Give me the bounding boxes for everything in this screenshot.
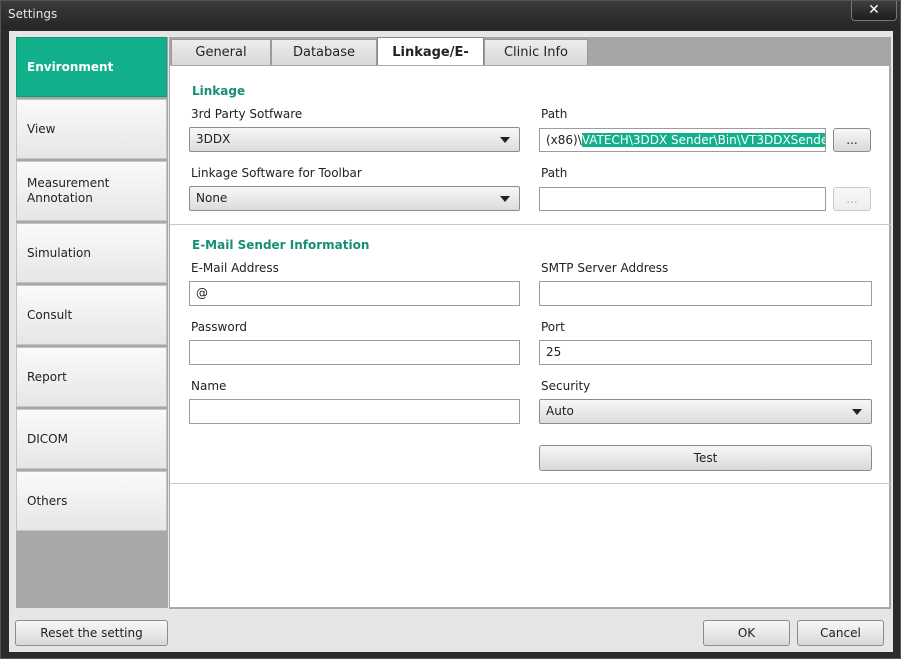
sidebar: Environment View Measurement Annotation … [16,37,168,608]
test-button[interactable]: Test [539,445,872,471]
path2-input[interactable] [539,187,826,211]
tab-linkage-email[interactable]: Linkage/E-Mail [377,37,484,90]
tab-bar: General Database Linkage/E-Mail Clinic I… [169,37,891,90]
dialog-body: Environment View Measurement Annotation … [9,31,893,652]
tab-general[interactable]: General [171,39,271,65]
close-icon: ✕ [868,2,880,18]
sidebar-item-environment[interactable]: Environment [16,37,167,97]
path-prefix: (x86)\ [546,133,582,147]
window-title: Settings [8,7,58,21]
sidebar-item-report[interactable]: Report [16,347,167,407]
sidebar-item-label: Environment [27,59,114,74]
path-label: Path [541,107,568,121]
name-input[interactable] [189,399,520,424]
section-divider [170,224,891,225]
sidebar-item-simulation[interactable]: Simulation [16,223,167,283]
close-button[interactable]: ✕ [851,1,897,21]
tab-label: Database [292,45,356,60]
linkage-section-title: Linkage [192,84,246,98]
tab-content: Linkage 3rd Party Sotfware 3DDX Path (x8… [169,65,891,608]
ok-button[interactable]: OK [703,620,790,646]
settings-window: Settings ✕ Environment View Measurement … [0,0,901,659]
title-bar[interactable]: Settings ✕ [1,1,900,29]
email-address-input[interactable]: @ [189,281,520,306]
sidebar-item-consult[interactable]: Consult [16,285,167,345]
third-party-select[interactable]: 3DDX [189,127,520,152]
tab-label: General [195,45,247,60]
sidebar-item-label: View [27,121,56,136]
reset-settings-button[interactable]: Reset the setting [15,620,168,646]
sidebar-item-dicom[interactable]: DICOM [16,409,167,469]
section-divider [170,483,891,484]
third-party-label: 3rd Party Sotfware [191,107,303,121]
path-input[interactable]: (x86)\VATECH\3DDX Sender\Bin\VT3DDXSende… [539,128,826,152]
port-label: Port [541,320,565,334]
sidebar-item-others[interactable]: Others [16,471,167,531]
security-value: Auto [546,404,574,418]
toolbar-software-select[interactable]: None [189,186,520,211]
path2-label: Path [541,166,568,180]
password-label: Password [191,320,248,334]
toolbar-software-value: None [196,191,228,205]
tab-database[interactable]: Database [271,39,377,65]
chevron-down-icon [500,137,510,143]
tab-label: Clinic Info [503,45,569,60]
sidebar-item-label: Report [27,369,67,384]
chevron-down-icon [852,409,862,415]
email-address-label: E-Mail Address [191,261,279,275]
sidebar-item-label: Measurement Annotation [27,176,110,205]
sidebar-item-label: Others [27,493,68,508]
name-label: Name [191,379,227,393]
email-section-title: E-Mail Sender Information [192,238,370,252]
third-party-value: 3DDX [196,132,231,146]
sidebar-item-view[interactable]: View [16,99,167,159]
security-select[interactable]: Auto [539,399,872,424]
chevron-down-icon [500,196,510,202]
sidebar-item-label: Simulation [27,245,91,260]
security-label: Security [541,379,591,393]
sidebar-item-label: DICOM [27,431,68,446]
path-selected-text: VATECH\3DDX Sender\Bin\VT3DDXSender.exe [581,133,825,147]
sidebar-item-label: Consult [27,307,73,322]
toolbar-software-label: Linkage Software for Toolbar [191,166,362,180]
smtp-input[interactable] [539,281,872,306]
sidebar-item-measurement-annotation[interactable]: Measurement Annotation [16,161,167,221]
password-input[interactable] [189,340,520,365]
settings-panel: General Database Linkage/E-Mail Clinic I… [169,37,891,609]
smtp-label: SMTP Server Address [541,261,669,275]
browse-path2-button[interactable]: ... [833,187,871,211]
port-input[interactable]: 25 [539,340,872,365]
tab-clinic-info[interactable]: Clinic Info [484,39,588,65]
browse-path-button[interactable]: ... [833,128,871,152]
cancel-button[interactable]: Cancel [797,620,884,646]
